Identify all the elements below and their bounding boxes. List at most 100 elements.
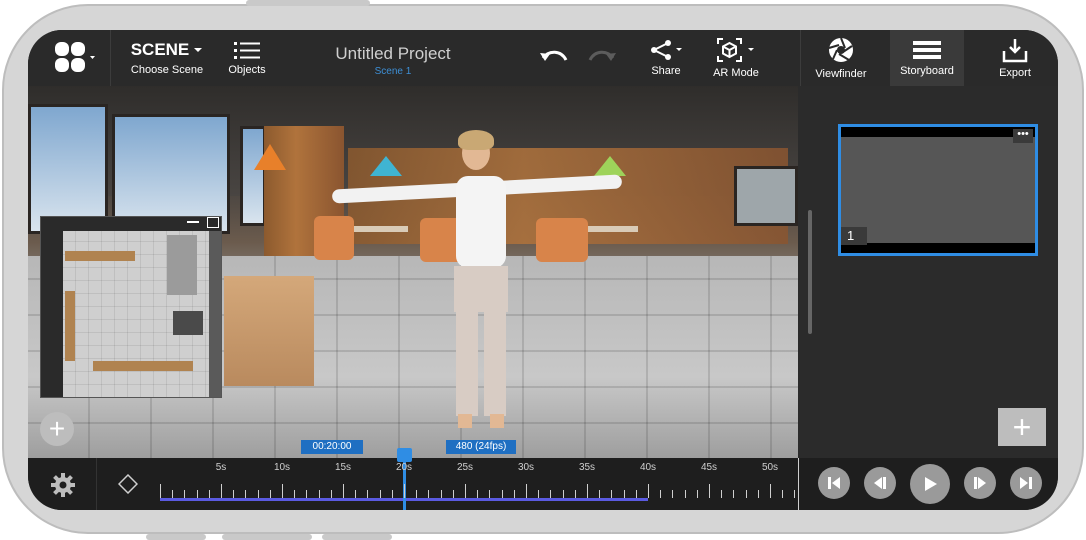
undo-button[interactable] [532, 30, 576, 86]
tick-mark [245, 490, 247, 498]
tick-mark [696, 490, 698, 498]
storyboard-button[interactable]: Storyboard [890, 30, 964, 86]
tick-mark [294, 490, 296, 498]
window [240, 126, 266, 226]
add-shot-button[interactable]: + [998, 408, 1046, 446]
tick-mark [721, 490, 723, 498]
tick-mark [562, 490, 564, 498]
skip-end-icon [1020, 477, 1032, 489]
chevron-down-icon [194, 48, 203, 52]
tick-mark [770, 484, 771, 498]
tick-mark [318, 490, 320, 498]
tick-mark [757, 490, 759, 498]
tick-mark [465, 484, 466, 498]
choose-scene-label: Choose Scene [130, 64, 204, 76]
objects-label: Objects [228, 64, 266, 76]
step-back-button[interactable] [864, 467, 896, 499]
redo-button[interactable] [580, 30, 624, 86]
tick-mark [635, 490, 637, 498]
step-forward-icon [974, 477, 986, 489]
diamond-icon [117, 473, 139, 495]
tick-label: 50s [761, 462, 779, 473]
current-time-badge: 00:20:00 [301, 440, 363, 454]
tick-mark [269, 490, 271, 498]
objects-button[interactable]: Objects [220, 30, 274, 86]
wall-screen [734, 166, 798, 226]
add-object-button[interactable]: + [40, 412, 74, 446]
storyboard-icon [913, 41, 941, 59]
step-back-icon [874, 477, 886, 489]
ar-cube-icon [717, 38, 754, 62]
tick-mark [745, 490, 747, 498]
tick-label: 25s [456, 462, 474, 473]
tick-mark [782, 490, 784, 498]
tick-mark [343, 484, 344, 498]
undo-icon [540, 50, 568, 61]
tick-mark [587, 484, 588, 498]
export-button[interactable]: Export [984, 30, 1046, 86]
gear-icon [51, 473, 75, 497]
tick-mark [538, 490, 540, 498]
tick-mark [404, 484, 405, 498]
minimize-icon[interactable] [187, 221, 199, 223]
more-options-icon[interactable]: ••• [1013, 129, 1033, 143]
play-button[interactable] [910, 464, 950, 504]
keyframe-button[interactable] [117, 473, 139, 495]
tick-mark [184, 490, 186, 498]
aperture-icon [828, 37, 853, 62]
tick-mark [648, 484, 649, 498]
minimap[interactable] [40, 216, 222, 398]
skip-to-end-button[interactable] [1010, 467, 1042, 499]
play-icon [925, 477, 937, 491]
choose-scene-button[interactable]: SCENE Choose Scene [124, 30, 210, 86]
panel-resize-handle[interactable] [808, 210, 812, 334]
tick-mark [574, 490, 576, 498]
storyboard-shot-card[interactable]: ••• 1 [838, 124, 1038, 256]
toolbar-divider [110, 30, 111, 86]
toolbar-divider [800, 30, 801, 86]
tick-label: 10s [273, 462, 291, 473]
settings-button[interactable] [48, 470, 78, 500]
export-label: Export [999, 67, 1031, 79]
share-button[interactable]: Share [642, 30, 690, 86]
maximize-icon[interactable] [207, 217, 219, 228]
tick-mark [733, 490, 735, 498]
shot-number: 1 [841, 227, 867, 245]
top-toolbar: SCENE Choose Scene Objects Untitled Proj… [28, 30, 1058, 86]
share-icon [651, 40, 682, 60]
booth-seat [536, 218, 588, 262]
scene-viewport[interactable]: + [28, 86, 798, 458]
redo-icon [588, 50, 616, 61]
pendant-lamp [370, 156, 402, 176]
grid-icon [55, 42, 95, 72]
tick-mark [391, 490, 393, 498]
counter [224, 276, 314, 386]
tick-mark [282, 484, 283, 498]
device-button-bottom-3 [322, 534, 392, 540]
current-frame-badge: 480 (24fps) [446, 440, 516, 454]
tick-mark [660, 490, 662, 498]
viewfinder-button[interactable]: Viewfinder [810, 30, 872, 86]
step-forward-button[interactable] [964, 467, 996, 499]
tick-label: 15s [334, 462, 352, 473]
tick-mark [550, 490, 552, 498]
skip-start-icon [828, 477, 840, 489]
list-icon [234, 42, 260, 59]
tick-mark [221, 484, 222, 498]
pendant-lamp [254, 144, 286, 170]
shot-thumbnail [841, 137, 1035, 243]
app-menu-button[interactable] [36, 30, 106, 86]
skip-to-start-button[interactable] [818, 467, 850, 499]
ar-mode-button[interactable]: AR Mode [708, 30, 764, 86]
timeline-ruler[interactable]: 5s 10s 15s 20s 25s 30s 35s 40s 45s 50s [160, 448, 798, 510]
tick-mark [330, 490, 332, 498]
booth-seat [314, 216, 354, 260]
tick-label: 35s [578, 462, 596, 473]
app-screen: SCENE Choose Scene Objects Untitled Proj… [28, 30, 1058, 510]
tick-mark [416, 490, 418, 498]
project-title[interactable]: Untitled Project [318, 44, 468, 64]
tick-mark [709, 484, 710, 498]
tick-mark [513, 490, 515, 498]
tick-mark [477, 490, 479, 498]
tick-mark [367, 490, 369, 498]
